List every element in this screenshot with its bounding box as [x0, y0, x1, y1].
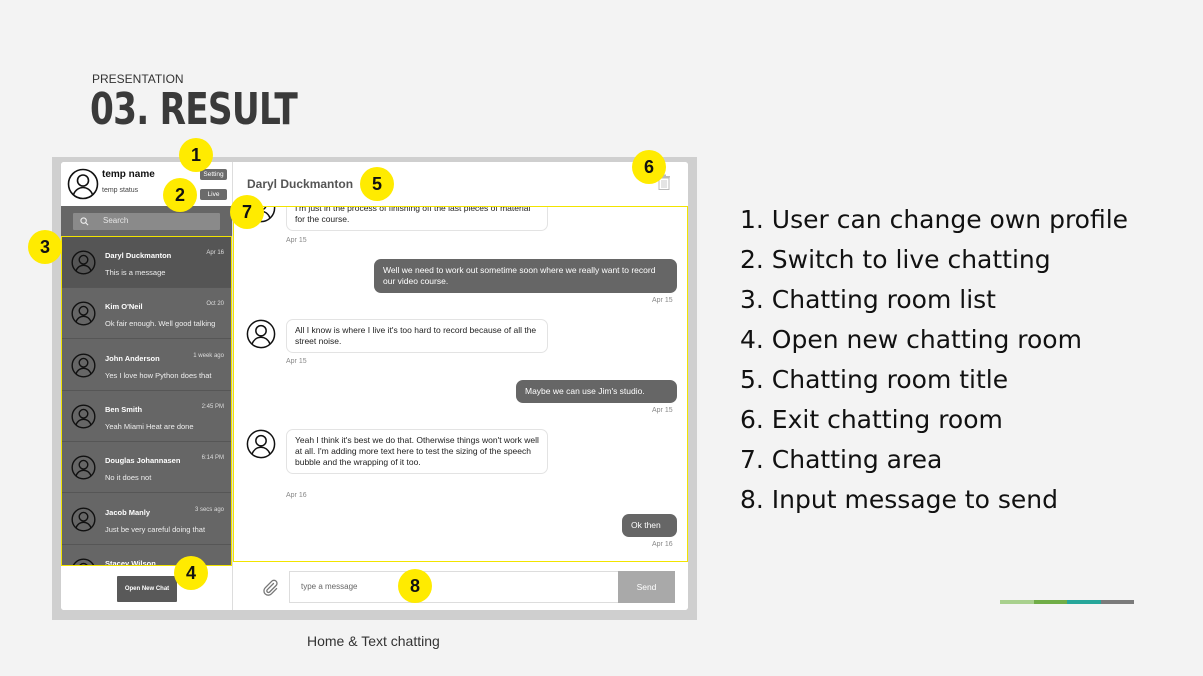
chat-app-window: temp name temp status Setting Live Searc…: [61, 162, 688, 610]
chat-room-item[interactable]: Stacey Wilson: [62, 545, 231, 566]
feature-legend: 1. User can change own profile 2. Switch…: [740, 200, 1128, 520]
room-last-message: Just be very careful doing that: [105, 524, 206, 534]
room-time: Apr 16: [206, 250, 224, 256]
accent-bar-segment: [1067, 600, 1101, 604]
message-composer: type a message Send: [233, 562, 688, 610]
room-last-message: No it does not: [105, 473, 152, 483]
callout-badge-1: 1: [179, 138, 213, 172]
room-time: 6:14 PM: [201, 455, 224, 462]
room-last-message: Ok fair enough. Well good talking: [105, 319, 216, 329]
legend-item: 6. Exit chatting room: [740, 405, 1003, 434]
room-time: Oct 20: [206, 301, 224, 308]
search-bar: Search: [61, 206, 232, 236]
room-name: Kim O'Neil: [105, 302, 143, 312]
contact-avatar-icon: [71, 404, 96, 429]
sidebar: temp name temp status Setting Live Searc…: [61, 162, 232, 610]
outgoing-message: Well we need to work out sometime soon w…: [374, 259, 677, 293]
search-input[interactable]: Search: [73, 213, 220, 230]
chat-header: Daryl Duckmanton: [233, 162, 688, 206]
contact-avatar-icon: [246, 429, 276, 459]
room-name: Daryl Duckmanton: [105, 251, 172, 260]
accent-bar-segment: [1000, 600, 1034, 604]
contact-avatar-icon: [71, 353, 96, 378]
contact-avatar-icon: [71, 301, 96, 326]
message-time: Apr 16: [286, 492, 307, 499]
callout-badge-4: 4: [174, 556, 208, 590]
room-name: Ben Smith: [105, 404, 143, 414]
contact-avatar-icon: [71, 558, 96, 565]
chat-room-item[interactable]: Jacob Manly 3 secs ago Just be very carefu…: [62, 494, 231, 545]
room-time: 3 secs ago: [194, 506, 224, 513]
screenshot-caption: Home & Text chatting: [307, 633, 440, 649]
legend-item: 8. Input message to send: [740, 485, 1058, 514]
callout-badge-5: 5: [360, 167, 394, 201]
chat-room-title: Daryl Duckmanton: [247, 177, 354, 191]
contact-avatar-icon: [71, 455, 96, 480]
room-last-message: Yes I love how Python does that: [105, 370, 212, 380]
legend-item: 7. Chatting area: [740, 445, 943, 474]
room-last-message: Yeah Miami Heat are done: [105, 421, 194, 431]
search-placeholder: Search: [103, 216, 129, 225]
chat-room-item[interactable]: Douglas Johannasen 6:14 PM No it does not: [62, 442, 231, 494]
room-last-message: This is a message: [105, 268, 166, 277]
callout-badge-2: 2: [163, 178, 197, 212]
message-time: Apr 15: [652, 297, 673, 304]
contact-avatar-icon: [246, 319, 276, 349]
accent-bar-segment: [1033, 600, 1067, 604]
message-time: Apr 16: [652, 541, 673, 548]
chat-room-item[interactable]: John Anderson 1 week ago Yes I love how Py…: [62, 340, 231, 391]
incoming-message: All I know is where I live it's too hard…: [286, 319, 548, 353]
message-input[interactable]: type a message: [289, 571, 619, 603]
incoming-message: I'm just in the process of finishing off…: [286, 207, 548, 231]
callout-badge-8: 8: [398, 569, 432, 603]
send-button[interactable]: Send: [618, 571, 675, 603]
live-button[interactable]: Live: [200, 189, 227, 200]
outgoing-message: Maybe we can use Jim's studio.: [516, 380, 677, 403]
legend-item: 2. Switch to live chatting: [740, 245, 1051, 274]
profile-status: temp status: [102, 187, 139, 194]
open-new-chat-button[interactable]: Open New Chat: [117, 576, 177, 602]
contact-avatar-icon: [71, 250, 96, 275]
contact-avatar-icon: [71, 506, 96, 532]
profile-name: temp name: [102, 169, 155, 180]
legend-item: 3. Chatting room list: [740, 285, 996, 314]
chat-room-item[interactable]: Ben Smith 2:45 PM Yeah Miami Heat are done: [62, 391, 231, 442]
callout-badge-6: 6: [632, 150, 666, 184]
user-avatar-icon[interactable]: [67, 168, 99, 200]
room-name: Jacob Manly: [105, 507, 151, 517]
search-icon: [80, 217, 89, 226]
chat-area[interactable]: I'm just in the process of finishing off…: [233, 206, 688, 562]
callout-badge-7: 7: [230, 195, 264, 229]
message-time: Apr 15: [652, 407, 673, 414]
message-time: Apr 15: [286, 358, 307, 365]
room-time: 1 week ago: [193, 352, 224, 359]
chat-room-list[interactable]: Daryl Duckmanton Apr 16 This is a message K…: [61, 236, 232, 566]
room-name: John Anderson: [105, 353, 160, 363]
chat-room-item[interactable]: Daryl Duckmanton Apr 16 This is a message: [62, 237, 231, 288]
setting-button[interactable]: Setting: [200, 169, 227, 180]
legend-item: 5. Chatting room title: [740, 365, 1009, 394]
message-time: Apr 15: [286, 237, 307, 244]
callout-badge-3: 3: [28, 230, 62, 264]
slide-title: 03. RESULT: [90, 84, 298, 135]
incoming-message: Yeah I think it's best we do that. Other…: [286, 429, 548, 474]
room-name: Stacey Wilson: [105, 558, 156, 566]
room-time: 2:45 PM: [201, 403, 224, 410]
paperclip-icon[interactable]: [261, 578, 279, 596]
outgoing-message: Ok then: [622, 514, 677, 537]
legend-item: 1. User can change own profile: [740, 205, 1129, 234]
accent-bar-segment: [1100, 600, 1134, 604]
profile-panel[interactable]: temp name temp status Setting Live: [61, 162, 232, 206]
chat-room-item[interactable]: Kim O'Neil Oct 20 Ok fair enough. Well goo…: [62, 288, 231, 340]
legend-item: 4. Open new chatting room: [740, 325, 1082, 354]
room-name: Douglas Johannasen: [105, 456, 181, 466]
